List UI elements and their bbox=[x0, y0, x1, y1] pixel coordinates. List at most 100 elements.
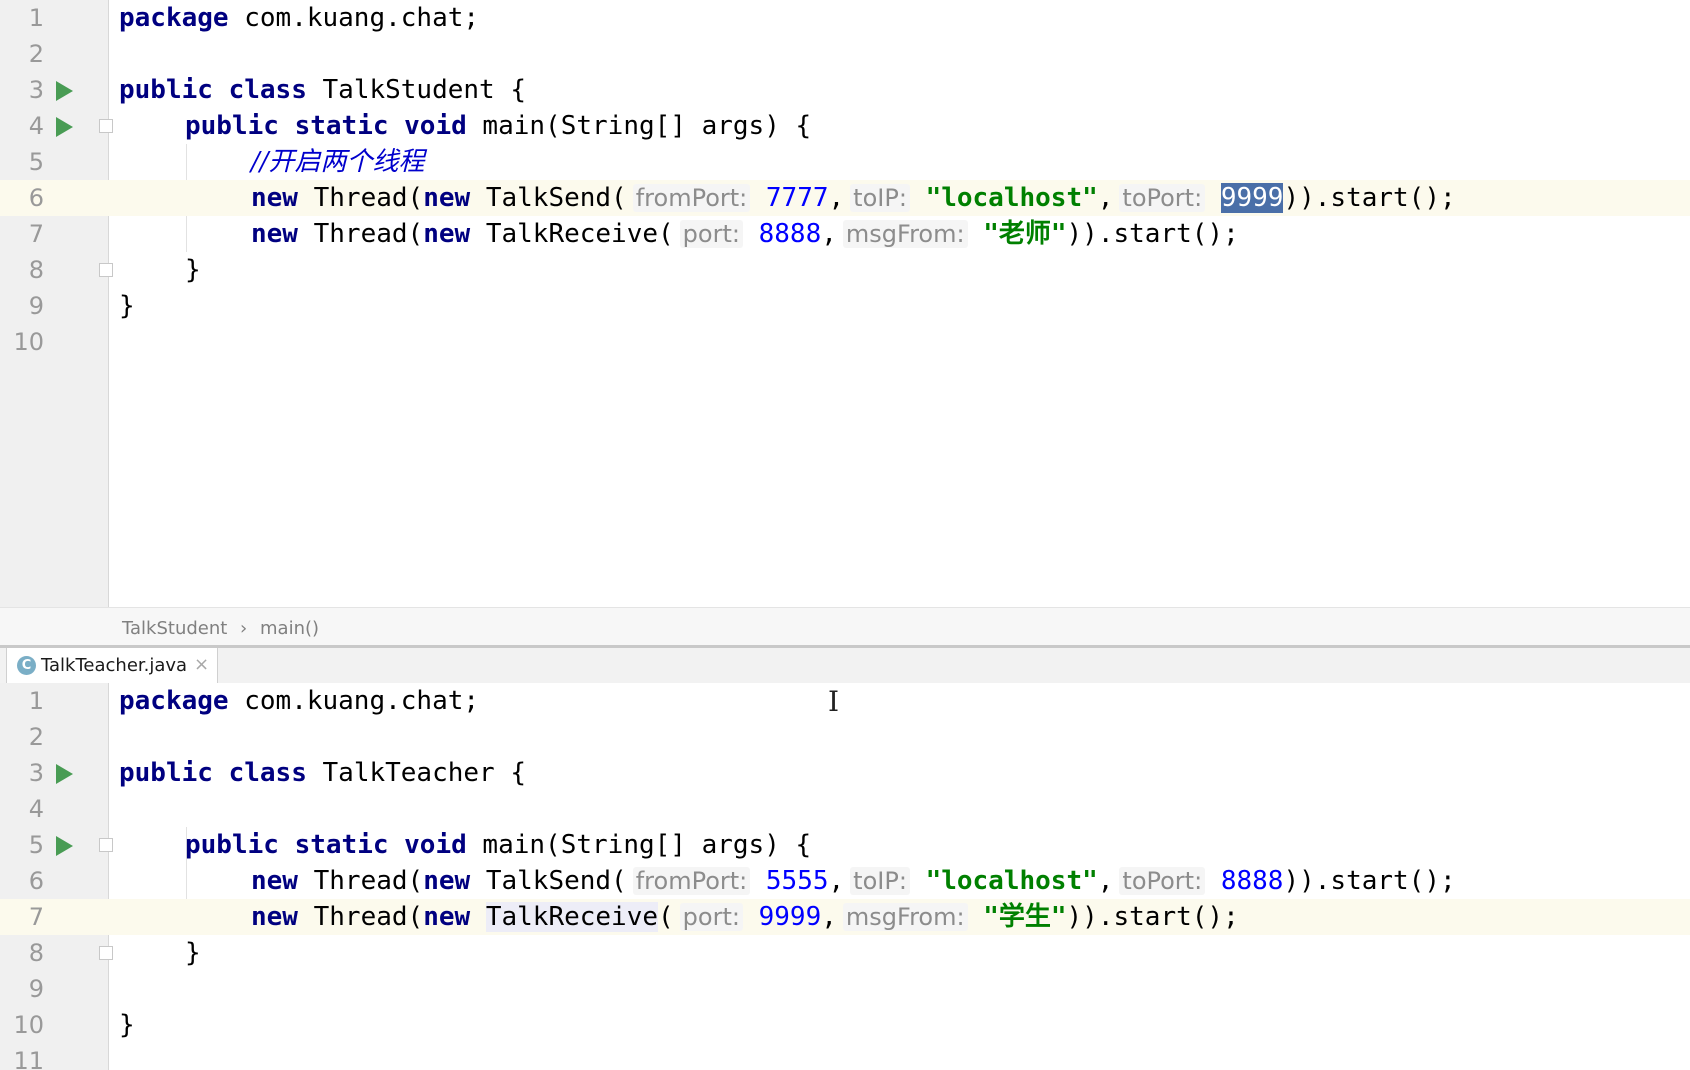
keyword: static bbox=[294, 111, 389, 141]
breadcrumb-class[interactable]: TalkStudent bbox=[122, 618, 227, 639]
run-gutter-icon[interactable] bbox=[56, 764, 73, 784]
string-literal: "学生" bbox=[983, 902, 1067, 932]
keyword: new bbox=[251, 183, 298, 213]
line-number: 2 bbox=[28, 723, 44, 751]
package-name: com.kuang.chat; bbox=[228, 3, 480, 33]
run-gutter-icon[interactable] bbox=[56, 117, 73, 137]
keyword: new bbox=[423, 902, 471, 932]
parameter-hint: fromPort: bbox=[632, 867, 751, 895]
selected-number-literal[interactable]: 9999 bbox=[1220, 183, 1284, 213]
keyword: public bbox=[185, 830, 279, 860]
editor-talkstudent[interactable]: 1 package com.kuang.chat; 2 3 public cla… bbox=[0, 0, 1690, 607]
line-number: 1 bbox=[28, 4, 44, 32]
code-line[interactable]: 4 bbox=[0, 791, 1690, 827]
comma: , bbox=[828, 866, 845, 896]
code-text: Thread( bbox=[297, 183, 424, 213]
number-literal: 8888 bbox=[1220, 866, 1284, 896]
close-icon[interactable]: × bbox=[194, 654, 209, 675]
parameter-hint: port: bbox=[679, 903, 743, 931]
run-gutter-icon[interactable] bbox=[56, 81, 73, 101]
code-line[interactable]: 8 } bbox=[0, 935, 1690, 971]
code-text: )).start(); bbox=[1283, 183, 1456, 213]
breadcrumb-method[interactable]: main() bbox=[260, 618, 319, 639]
highlighted-identifier[interactable]: TalkReceive bbox=[485, 902, 659, 932]
number-literal: 9999 bbox=[758, 902, 822, 932]
class-declaration: TalkTeacher { bbox=[306, 758, 527, 788]
keyword: class bbox=[228, 758, 307, 788]
editor-talkteacher[interactable]: 1 package com.kuang.chat; 2 3 public cla… bbox=[0, 683, 1690, 1070]
code-line[interactable]: 2 bbox=[0, 719, 1690, 755]
fold-icon[interactable] bbox=[99, 119, 113, 133]
parameter-hint: toIP: bbox=[850, 184, 910, 212]
keyword: package bbox=[119, 686, 229, 716]
line-number: 6 bbox=[28, 867, 44, 895]
line-number: 7 bbox=[28, 903, 44, 931]
package-name: com.kuang.chat; bbox=[228, 686, 480, 716]
code-line[interactable]: 4 public static void main(String[] args)… bbox=[0, 108, 1690, 144]
keyword: package bbox=[119, 3, 229, 33]
line-number: 8 bbox=[28, 256, 44, 284]
parameter-hint: msgFrom: bbox=[842, 220, 968, 248]
code-line[interactable]: 10 bbox=[0, 324, 1690, 360]
line-number: 1 bbox=[28, 687, 44, 715]
breadcrumb-separator: › bbox=[240, 618, 248, 639]
code-line[interactable]: 3 public class TalkStudent { bbox=[0, 72, 1690, 108]
method-signature: main(String[] args) { bbox=[466, 830, 812, 860]
code-line[interactable]: 9 bbox=[0, 971, 1690, 1007]
keyword: public bbox=[119, 75, 213, 105]
code-line[interactable]: 9 } bbox=[0, 288, 1690, 324]
code-line[interactable]: 1 package com.kuang.chat; bbox=[0, 0, 1690, 36]
line-number: 5 bbox=[28, 831, 44, 859]
method-signature: main(String[] args) { bbox=[466, 111, 812, 141]
closing-brace: } bbox=[119, 291, 135, 321]
code-line[interactable]: 11 bbox=[0, 1043, 1690, 1070]
code-text: TalkReceive( bbox=[470, 219, 674, 249]
comment: //开启两个线程 bbox=[251, 147, 425, 177]
line-number: 10 bbox=[13, 328, 44, 356]
parameter-hint: msgFrom: bbox=[842, 903, 968, 931]
keyword: void bbox=[404, 111, 467, 141]
keyword: new bbox=[251, 866, 298, 896]
line-number: 6 bbox=[28, 184, 44, 212]
closing-brace: } bbox=[185, 938, 201, 968]
code-line[interactable]: 10 } bbox=[0, 1007, 1690, 1043]
code-line[interactable]: 6 new Thread(new TalkSend(fromPort: 5555… bbox=[0, 863, 1690, 899]
code-line[interactable]: 5 public static void main(String[] args)… bbox=[0, 827, 1690, 863]
code-line[interactable]: 7 new Thread(new TalkReceive(port: 8888,… bbox=[0, 216, 1690, 252]
parameter-hint: toPort: bbox=[1119, 867, 1206, 895]
code-text: TalkSend( bbox=[470, 866, 627, 896]
breadcrumb: TalkStudent › main() bbox=[0, 607, 1690, 648]
line-number: 10 bbox=[13, 1011, 44, 1039]
number-literal: 8888 bbox=[758, 219, 822, 249]
run-gutter-icon[interactable] bbox=[56, 836, 73, 856]
line-number: 8 bbox=[28, 939, 44, 967]
keyword: public bbox=[119, 758, 213, 788]
code-text: Thread( bbox=[297, 866, 424, 896]
code-line-current[interactable]: 7 new Thread(new TalkReceive(port: 9999,… bbox=[0, 899, 1690, 935]
code-line[interactable]: 2 bbox=[0, 36, 1690, 72]
tab-talkteacher-java[interactable]: C TalkTeacher.java × bbox=[6, 648, 218, 683]
code-line[interactable]: 3 public class TalkTeacher { bbox=[0, 755, 1690, 791]
comma: , bbox=[1097, 183, 1114, 213]
keyword: public bbox=[185, 111, 279, 141]
code-line[interactable]: 8 } bbox=[0, 252, 1690, 288]
line-number: 5 bbox=[28, 148, 44, 176]
keyword: new bbox=[251, 219, 298, 249]
line-number: 11 bbox=[13, 1047, 44, 1070]
line-number: 7 bbox=[28, 220, 44, 248]
closing-brace: } bbox=[185, 255, 201, 285]
fold-icon[interactable] bbox=[99, 838, 113, 852]
code-line-current[interactable]: 6 new Thread(new TalkSend(fromPort: 7777… bbox=[0, 180, 1690, 216]
code-text: Thread( bbox=[297, 219, 424, 249]
code-line[interactable]: 1 package com.kuang.chat; bbox=[0, 683, 1690, 719]
line-number: 4 bbox=[28, 112, 44, 140]
tab-label: TalkTeacher.java bbox=[41, 655, 188, 676]
keyword: new bbox=[423, 183, 471, 213]
fold-icon[interactable] bbox=[99, 263, 113, 277]
fold-icon[interactable] bbox=[99, 946, 113, 960]
code-text: )).start(); bbox=[1066, 219, 1239, 249]
keyword: new bbox=[423, 866, 471, 896]
comma: , bbox=[821, 219, 837, 249]
code-line[interactable]: 5 //开启两个线程 bbox=[0, 144, 1690, 180]
